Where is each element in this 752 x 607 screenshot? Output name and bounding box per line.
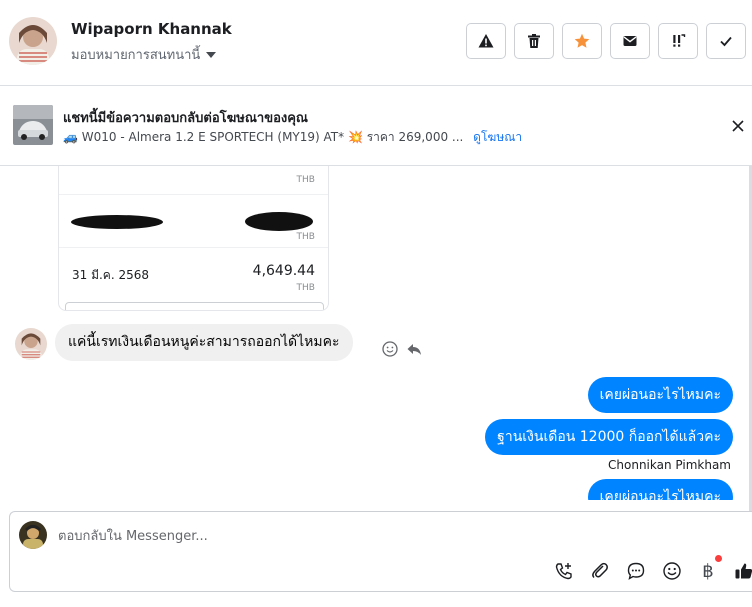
ad-banner-title: แชทนี้มีข้อความตอบกลับต่อโฆษณาของคุณ — [63, 111, 308, 126]
outgoing-message[interactable]: เคยผ่อนอะไรไหมคะ — [587, 377, 733, 413]
saved-replies-button[interactable] — [624, 559, 648, 583]
attach-button[interactable] — [588, 559, 612, 583]
ad-description-text: 🚙 W010 - Almera 1.2 E SPORTECH (MY19) AT… — [63, 130, 464, 144]
message-thread[interactable]: THB THB 31 มี.ค. 2568 4,649.44 THB แค่นี… — [0, 166, 752, 500]
sender-name: Chonnikan Pimkham — [608, 458, 731, 472]
paperclip-icon — [592, 562, 608, 579]
contact-name[interactable]: Wipaporn Khannak — [71, 20, 232, 38]
warning-icon — [478, 34, 494, 48]
statement-currency: THB — [296, 283, 315, 293]
ad-reply-banner: แชทนี้มีข้อความตอบกลับต่อโฆษณาของคุณ 🚙 W… — [0, 86, 752, 166]
conversation-actions — [466, 23, 746, 59]
contact-avatar[interactable] — [9, 17, 57, 65]
assign-conversation-dropdown[interactable]: มอบหมายการสนทนานี้ — [71, 44, 217, 65]
conversation-header: Wipaporn Khannak มอบหมายการสนทนานี้ — [0, 0, 752, 86]
ad-banner-description: 🚙 W010 - Almera 1.2 E SPORTECH (MY19) AT… — [63, 128, 522, 147]
mark-unread-button[interactable] — [610, 23, 650, 59]
assign-label: มอบหมายการสนทนานี้ — [71, 48, 201, 63]
chat-bubble-icon — [627, 562, 645, 580]
star-icon — [574, 33, 590, 48]
mark-done-button[interactable] — [706, 23, 746, 59]
like-button[interactable] — [732, 559, 752, 583]
thumbs-up-icon — [735, 563, 752, 579]
statement-date: 31 มี.ค. 2568 — [72, 268, 150, 282]
statement-currency: THB — [296, 175, 315, 185]
page-avatar — [19, 521, 47, 549]
close-icon — [732, 120, 744, 132]
incoming-message[interactable]: แค่นี้เรทเงินเดือนหนูค่ะสามารถออกได้ไหมค… — [55, 324, 353, 361]
outgoing-message[interactable]: ฐานเงินเดือน 12000 ก็ออกได้แล้วคะ — [485, 419, 733, 455]
trash-icon — [528, 34, 540, 48]
follow-up-button[interactable] — [658, 23, 698, 59]
react-smiley-icon[interactable] — [381, 340, 399, 358]
star-button[interactable] — [562, 23, 602, 59]
envelope-icon — [623, 36, 637, 46]
statement-row: 31 มี.ค. 2568 4,649.44 THB — [59, 248, 328, 301]
statement-amount: 4,649.44 — [252, 263, 315, 279]
payment-button[interactable]: ฿ — [696, 555, 722, 583]
exclamation-icon — [673, 34, 686, 47]
close-banner-button[interactable] — [728, 116, 748, 136]
image-attachment[interactable]: THB THB 31 มี.ค. 2568 4,649.44 THB — [58, 166, 329, 311]
checkmark-icon — [720, 36, 732, 47]
ad-thumbnail[interactable] — [13, 105, 53, 145]
call-button[interactable] — [552, 559, 576, 583]
view-ad-link[interactable]: ดูโฆษณา — [473, 130, 522, 144]
outgoing-message[interactable]: เคยผ่อนอะไรไหมคะ — [587, 479, 733, 500]
baht-icon: ฿ — [702, 560, 714, 582]
emoji-button[interactable] — [660, 559, 684, 583]
caret-down-icon — [206, 51, 217, 58]
attachment-footer — [65, 302, 324, 310]
reply-composer: ฿ — [9, 511, 752, 592]
composer-toolbar: ฿ — [552, 555, 752, 583]
message-input[interactable] — [58, 525, 658, 547]
statement-row: THB — [59, 166, 328, 195]
statement-currency: THB — [296, 232, 315, 242]
notification-dot — [715, 555, 722, 562]
smiley-icon — [663, 562, 681, 580]
contact-avatar-small — [15, 328, 47, 360]
reply-arrow-icon[interactable] — [405, 340, 423, 358]
redaction-scribble — [245, 212, 313, 231]
statement-row: THB — [59, 195, 328, 248]
delete-button[interactable] — [514, 23, 554, 59]
redaction-scribble — [71, 215, 163, 229]
phone-plus-icon — [555, 563, 572, 580]
spam-button[interactable] — [466, 23, 506, 59]
